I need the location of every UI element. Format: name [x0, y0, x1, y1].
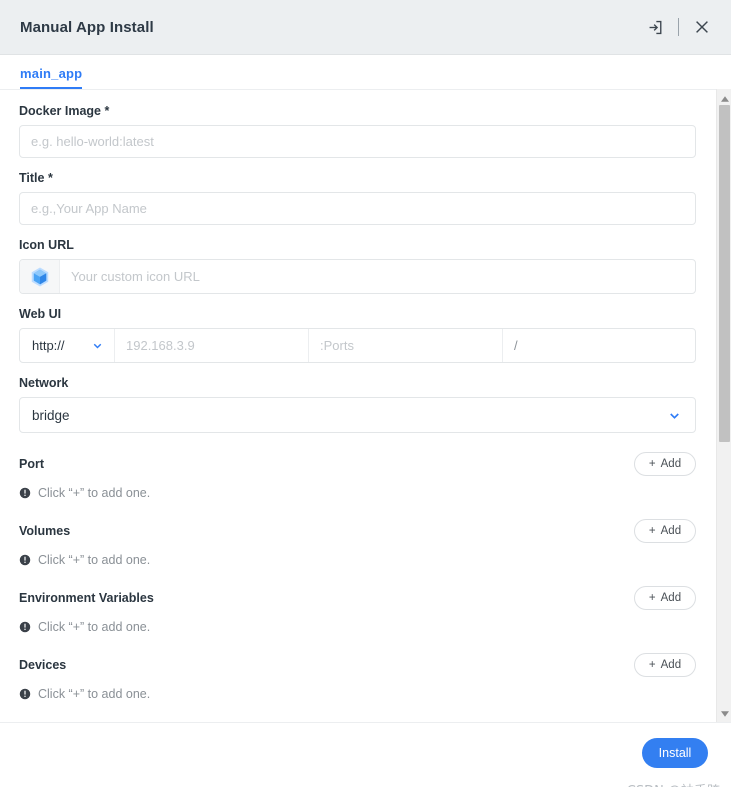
network-value: bridge [32, 407, 70, 423]
dialog-footer: Install CSDN @袖手跨 [0, 722, 731, 787]
section-port-header: Port + Add [19, 451, 696, 477]
add-port-button[interactable]: + Add [634, 452, 696, 476]
add-environment-variable-button[interactable]: + Add [634, 586, 696, 610]
plus-icon: + [648, 525, 656, 537]
section-port-hint-text: Click “+” to add one. [38, 486, 151, 500]
section-volumes-title: Volumes [19, 524, 71, 538]
scrollbar-thumb[interactable] [719, 105, 730, 442]
plus-icon: + [648, 458, 656, 470]
section-volumes-hint-text: Click “+” to add one. [38, 553, 151, 567]
watermark: CSDN @袖手跨 [627, 780, 720, 787]
add-device-button[interactable]: + Add [634, 653, 696, 677]
docker-image-label: Docker Image * [19, 104, 110, 118]
add-port-label: Add [660, 458, 682, 470]
network-select[interactable]: bridge [19, 397, 696, 433]
titlebar-divider [678, 18, 679, 36]
field-docker-image: Docker Image * e.g. hello-world:latest [19, 104, 696, 158]
install-button[interactable]: Install [642, 738, 708, 768]
section-devices-title: Devices [19, 658, 67, 672]
section-environment-variables-title: Environment Variables [19, 591, 154, 605]
info-icon [19, 621, 31, 633]
chevron-down-icon [93, 343, 102, 349]
section-port-hint: Click “+” to add one. [19, 486, 696, 500]
icon-url-row: Your custom icon URL [19, 259, 696, 294]
network-label: Network [19, 376, 69, 390]
add-device-label: Add [660, 659, 682, 671]
form-scroll-area: Docker Image * e.g. hello-world:latest T… [0, 89, 731, 722]
install-form: Docker Image * e.g. hello-world:latest T… [0, 90, 713, 711]
tab-bar: main_app [0, 55, 731, 89]
web-ui-label: Web UI [19, 307, 62, 321]
field-web-ui: Web UI http:// 192.168.3.9 :Ports / [19, 307, 696, 363]
import-icon[interactable] [644, 16, 666, 38]
vertical-scrollbar[interactable] [716, 89, 731, 722]
close-icon[interactable] [691, 16, 713, 38]
dialog-title: Manual App Install [20, 18, 154, 36]
field-title: Title * e.g.,Your App Name [19, 171, 696, 225]
docker-image-input[interactable]: e.g. hello-world:latest [19, 125, 696, 158]
web-ui-ports-input[interactable]: :Ports [309, 329, 503, 362]
info-icon [19, 688, 31, 700]
section-devices-header: Devices + Add [19, 652, 696, 678]
plus-icon: + [648, 659, 656, 671]
cube-icon[interactable] [20, 260, 60, 293]
title-input[interactable]: e.g.,Your App Name [19, 192, 696, 225]
section-environment-variables-header: Environment Variables + Add [19, 585, 696, 611]
manual-app-install-dialog: Manual App Install main_app Docker Image… [0, 0, 731, 787]
protocol-value: http:// [32, 338, 65, 353]
field-icon-url: Icon URL Your custom icon URL [19, 238, 696, 294]
protocol-select[interactable]: http:// [20, 329, 115, 362]
section-environment-variables: Environment Variables + Add Click “+” to… [19, 585, 696, 634]
scroll-up-arrow-icon[interactable] [717, 91, 731, 106]
section-devices-hint-text: Click “+” to add one. [38, 687, 151, 701]
web-ui-host-input[interactable]: 192.168.3.9 [115, 329, 309, 362]
section-volumes-hint: Click “+” to add one. [19, 553, 696, 567]
chevron-down-icon [670, 412, 679, 419]
web-ui-row: http:// 192.168.3.9 :Ports / [19, 328, 696, 363]
icon-url-label: Icon URL [19, 238, 74, 252]
add-volume-button[interactable]: + Add [634, 519, 696, 543]
plus-icon: + [648, 592, 656, 604]
section-port: Port + Add Click “+” to add one. [19, 451, 696, 500]
section-volumes-header: Volumes + Add [19, 518, 696, 544]
titlebar-actions [644, 16, 713, 38]
dialog-titlebar: Manual App Install [0, 0, 731, 55]
section-port-title: Port [19, 457, 44, 471]
section-environment-variables-hint-text: Click “+” to add one. [38, 620, 151, 634]
section-devices-hint: Click “+” to add one. [19, 687, 696, 701]
web-ui-path-input[interactable]: / [503, 329, 695, 362]
info-icon [19, 554, 31, 566]
info-icon [19, 487, 31, 499]
add-volume-label: Add [660, 525, 682, 537]
title-label: Title * [19, 171, 53, 185]
scroll-down-arrow-icon[interactable] [717, 706, 731, 721]
add-environment-variable-label: Add [660, 592, 682, 604]
icon-url-input[interactable]: Your custom icon URL [60, 260, 695, 293]
section-volumes: Volumes + Add Click “+” to add one. [19, 518, 696, 567]
section-environment-variables-hint: Click “+” to add one. [19, 620, 696, 634]
field-network: Network bridge [19, 376, 696, 433]
section-devices: Devices + Add Click “+” to add one. [19, 652, 696, 701]
tab-main-app[interactable]: main_app [20, 66, 83, 89]
